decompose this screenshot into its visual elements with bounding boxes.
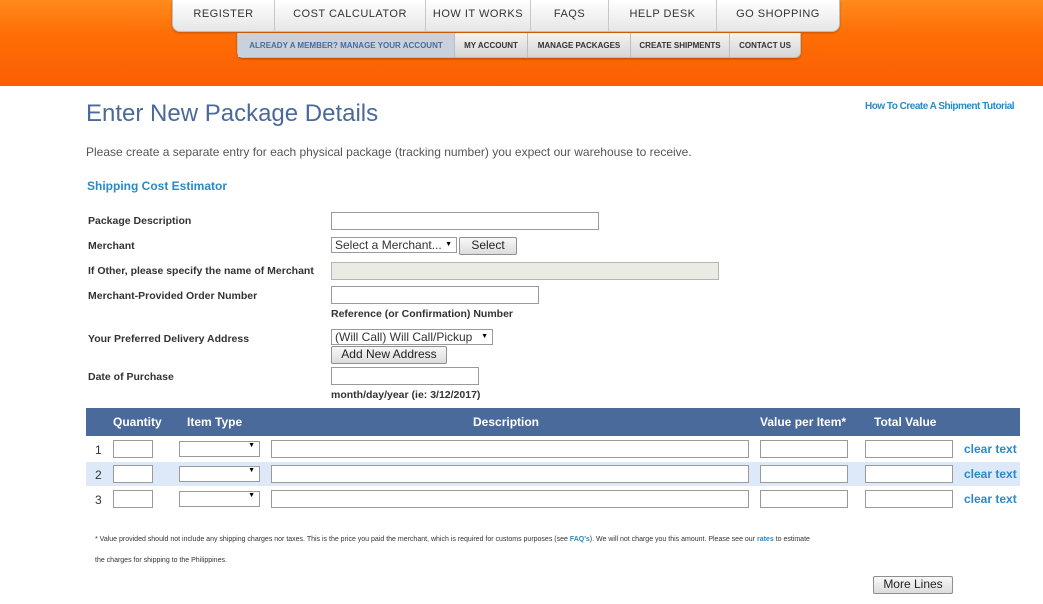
item-type-select[interactable]: ▼: [179, 466, 260, 482]
header-total-value: Total Value: [874, 415, 937, 429]
nav-go-shopping[interactable]: GO SHOPPING: [717, 0, 839, 31]
delivery-address-value: (Will Call) Will Call/Pickup: [335, 330, 473, 344]
total-value-input[interactable]: [865, 490, 953, 508]
date-of-purchase-label: Date of Purchase: [88, 371, 174, 383]
value-footnote: * Value provided should not include any …: [95, 536, 810, 543]
footnote-line-2: the charges for shipping to the Philippi…: [95, 557, 227, 564]
header-description: Description: [473, 415, 540, 429]
order-number-input[interactable]: [331, 286, 539, 304]
date-format-hint: month/day/year (ie: 3/12/2017): [331, 389, 481, 401]
footnote-text: * Value provided should not include any …: [95, 536, 570, 543]
total-value-input[interactable]: [865, 440, 953, 458]
merchant-select[interactable]: Select a Merchant... ▼: [331, 237, 457, 253]
row-number: 2: [95, 468, 102, 482]
row-number: 3: [95, 493, 102, 507]
faq-link[interactable]: FAQ's: [570, 536, 590, 543]
rates-link[interactable]: rates: [757, 536, 774, 543]
quantity-input[interactable]: [113, 440, 153, 458]
footnote-text: to estimate: [773, 536, 810, 543]
subnav-contact-us[interactable]: CONTACT US: [730, 33, 800, 57]
nav-faqs[interactable]: FAQS: [531, 0, 609, 31]
item-type-select[interactable]: ▼: [179, 491, 260, 507]
delivery-address-label: Your Preferred Delivery Address: [88, 333, 250, 345]
total-value-input[interactable]: [865, 465, 953, 483]
quantity-input[interactable]: [113, 490, 153, 508]
nav-help-desk[interactable]: HELP DESK: [609, 0, 717, 31]
header-value-per-item: Value per Item*: [760, 415, 847, 429]
subnav-my-account[interactable]: MY ACCOUNT: [455, 33, 528, 57]
delivery-address-select[interactable]: (Will Call) Will Call/Pickup ▼: [331, 329, 493, 345]
package-description-label: Package Description: [88, 215, 192, 227]
header-item-type: Item Type: [187, 415, 243, 429]
date-of-purchase-input[interactable]: [331, 367, 479, 385]
dropdown-arrow-icon: ▼: [481, 333, 488, 340]
dropdown-arrow-icon: ▼: [248, 492, 255, 499]
value-per-item-input[interactable]: [760, 440, 848, 458]
description-input[interactable]: [271, 465, 749, 483]
package-description-input[interactable]: [331, 212, 599, 230]
description-input[interactable]: [271, 440, 749, 458]
merchant-label: Merchant: [88, 240, 135, 252]
add-address-button[interactable]: Add New Address: [331, 346, 447, 364]
table-row: 1 ▼ clear text: [86, 437, 1020, 461]
value-per-item-input[interactable]: [760, 465, 848, 483]
header-bar: REGISTER COST CALCULATOR HOW IT WORKS FA…: [0, 0, 1043, 86]
subnav-manage-account[interactable]: ALREADY A MEMBER? MANAGE YOUR ACCOUNT: [238, 33, 455, 57]
footnote-text: ). We will not charge you this amount. P…: [589, 536, 757, 543]
order-number-label: Merchant-Provided Order Number: [88, 290, 258, 302]
item-type-select[interactable]: ▼: [179, 441, 260, 457]
more-lines-button[interactable]: More Lines: [873, 576, 953, 594]
clear-text-link[interactable]: clear text: [964, 467, 1017, 481]
other-merchant-input[interactable]: [331, 262, 719, 280]
header-quantity: Quantity: [113, 415, 162, 429]
nav-cost-calculator[interactable]: COST CALCULATOR: [275, 0, 426, 31]
other-merchant-label: If Other, please specify the name of Mer…: [88, 265, 314, 277]
dropdown-arrow-icon: ▼: [445, 241, 452, 248]
tutorial-link[interactable]: How To Create A Shipment Tutorial: [865, 101, 1015, 112]
sub-nav: ALREADY A MEMBER? MANAGE YOUR ACCOUNT MY…: [237, 33, 801, 58]
row-number: 1: [95, 443, 102, 457]
description-input[interactable]: [271, 490, 749, 508]
intro-text: Please create a separate entry for each …: [86, 145, 692, 159]
quantity-input[interactable]: [113, 465, 153, 483]
clear-text-link[interactable]: clear text: [964, 442, 1017, 456]
section-title: Shipping Cost Estimator: [87, 179, 228, 193]
top-nav: REGISTER COST CALCULATOR HOW IT WORKS FA…: [172, 0, 840, 32]
table-row: 3 ▼ clear text: [86, 487, 1020, 511]
clear-text-link[interactable]: clear text: [964, 492, 1017, 506]
nav-register[interactable]: REGISTER: [173, 0, 275, 31]
subnav-create-shipments[interactable]: CREATE SHIPMENTS: [631, 33, 730, 57]
nav-how-it-works[interactable]: HOW IT WORKS: [426, 0, 531, 31]
merchant-select-button[interactable]: Select: [459, 237, 517, 255]
page-title: Enter New Package Details: [86, 100, 379, 127]
value-per-item-input[interactable]: [760, 490, 848, 508]
merchant-select-value: Select a Merchant...: [335, 238, 442, 252]
order-number-hint: Reference (or Confirmation) Number: [331, 308, 514, 320]
subnav-manage-packages[interactable]: MANAGE PACKAGES: [528, 33, 631, 57]
table-row: 2 ▼ clear text: [86, 462, 1020, 486]
items-table-header: Quantity Item Type Description Value per…: [86, 408, 1020, 436]
dropdown-arrow-icon: ▼: [248, 442, 255, 449]
dropdown-arrow-icon: ▼: [248, 467, 255, 474]
